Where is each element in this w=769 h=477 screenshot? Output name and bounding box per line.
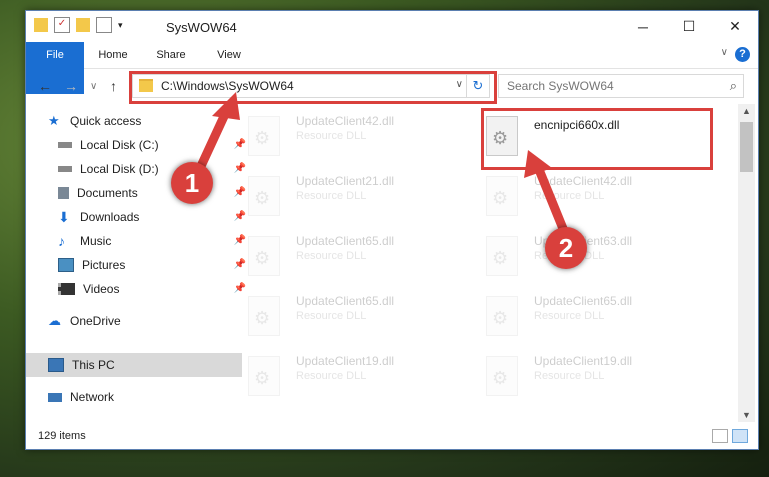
callout-1: 1 [171,162,213,204]
annotation-arrows [191,92,571,241]
arrow-1-head [212,92,240,120]
callout-2: 2 [545,227,587,269]
